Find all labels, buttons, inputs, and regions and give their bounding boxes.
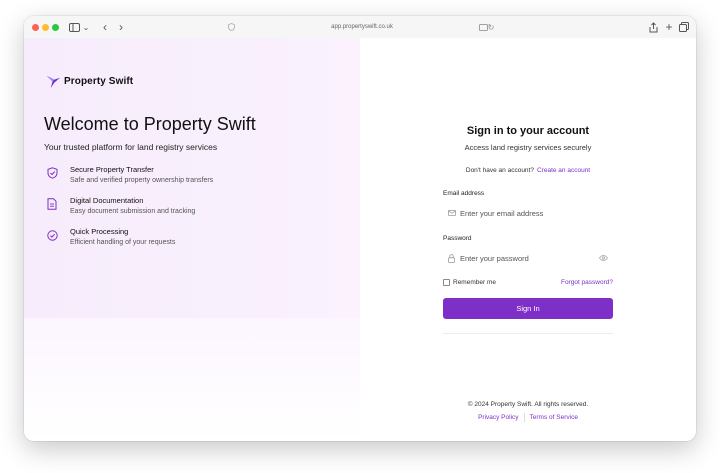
copyright-text: © 2024 Property Swift. All rights reserv… bbox=[467, 401, 589, 408]
new-tab-icon[interactable]: + bbox=[664, 20, 674, 34]
footer-links: Privacy Policy Terms of Service bbox=[443, 413, 613, 422]
feature-item: Digital Documentation Easy document subm… bbox=[46, 196, 195, 217]
terms-of-service-link[interactable]: Terms of Service bbox=[530, 414, 578, 421]
sign-in-button[interactable]: Sign In bbox=[443, 298, 613, 319]
signin-title: Sign in to your account bbox=[466, 125, 590, 137]
divider bbox=[443, 333, 613, 334]
welcome-title: Welcome to Property Swift bbox=[44, 114, 256, 134]
forgot-password-link[interactable]: Forgot password? bbox=[543, 279, 613, 286]
password-field[interactable]: Enter your password bbox=[443, 247, 613, 269]
close-window-button[interactable] bbox=[32, 24, 39, 31]
remember-me[interactable]: Remember me bbox=[443, 279, 496, 286]
feature-title: Digital Documentation bbox=[70, 196, 144, 205]
password-placeholder: Enter your password bbox=[460, 253, 529, 263]
feature-description: Efficient handling of your requests bbox=[70, 239, 176, 246]
document-icon bbox=[46, 198, 58, 210]
email-label: Email address bbox=[443, 190, 485, 197]
reload-icon[interactable]: ↻ bbox=[486, 20, 496, 34]
feature-item: Quick Processing Efficient handling of y… bbox=[46, 227, 175, 248]
privacy-policy-link[interactable]: Privacy Policy bbox=[478, 414, 518, 421]
check-circle-icon bbox=[46, 229, 58, 241]
tab-overview-icon[interactable] bbox=[679, 20, 689, 34]
create-account-link[interactable]: Create an account bbox=[537, 167, 590, 174]
email-field[interactable]: Enter your email address bbox=[443, 202, 613, 224]
feature-description: Safe and verified property ownership tra… bbox=[70, 177, 214, 184]
remember-me-checkbox[interactable] bbox=[443, 279, 450, 286]
address-bar[interactable]: app.propertyswift.co.uk bbox=[244, 22, 480, 33]
feature-description: Easy document submission and tracking bbox=[70, 208, 196, 215]
feature-title: Secure Property Transfer bbox=[70, 165, 154, 174]
minimize-window-button[interactable] bbox=[42, 24, 49, 31]
feature-title: Quick Processing bbox=[70, 227, 129, 236]
feature-item: Secure Property Transfer Safe and verifi… bbox=[46, 165, 213, 186]
password-label: Password bbox=[443, 235, 472, 242]
remember-me-label: Remember me bbox=[453, 279, 496, 286]
welcome-subtitle: Your trusted platform for land registry … bbox=[44, 142, 218, 152]
forward-arrow-icon[interactable]: › bbox=[116, 20, 126, 34]
welcome-panel: Property Swift Welcome to Property Swift… bbox=[24, 38, 360, 441]
zoom-window-button[interactable] bbox=[52, 24, 59, 31]
browser-window: ⌄ ‹ › app.propertyswift.co.uk ↻ + Proper… bbox=[24, 16, 696, 441]
signup-prompt: Don't have an account? Create an account bbox=[443, 167, 613, 174]
sidebar-toggle-icon[interactable] bbox=[68, 20, 80, 34]
brand-name: Property Swift bbox=[64, 76, 134, 87]
no-account-text: Don't have an account? bbox=[465, 167, 534, 174]
browser-toolbar: ⌄ ‹ › app.propertyswift.co.uk ↻ + bbox=[24, 16, 696, 38]
share-icon[interactable] bbox=[648, 20, 658, 34]
swift-bird-icon bbox=[46, 75, 61, 89]
footer-separator bbox=[523, 413, 525, 422]
show-password-eye-icon[interactable] bbox=[599, 254, 609, 263]
welcome-hero: Property Swift Welcome to Property Swift… bbox=[24, 38, 360, 318]
chevron-down-icon[interactable]: ⌄ bbox=[82, 20, 90, 34]
mail-icon bbox=[447, 210, 456, 216]
signin-subtitle: Access land registry services securely bbox=[464, 143, 592, 152]
back-arrow-icon[interactable]: ‹ bbox=[100, 20, 110, 34]
email-placeholder: Enter your email address bbox=[460, 208, 544, 218]
brand-logo[interactable]: Property Swift bbox=[46, 74, 133, 89]
lock-icon bbox=[447, 253, 456, 263]
privacy-shield-icon[interactable] bbox=[226, 20, 236, 34]
shield-check-icon bbox=[46, 167, 58, 179]
